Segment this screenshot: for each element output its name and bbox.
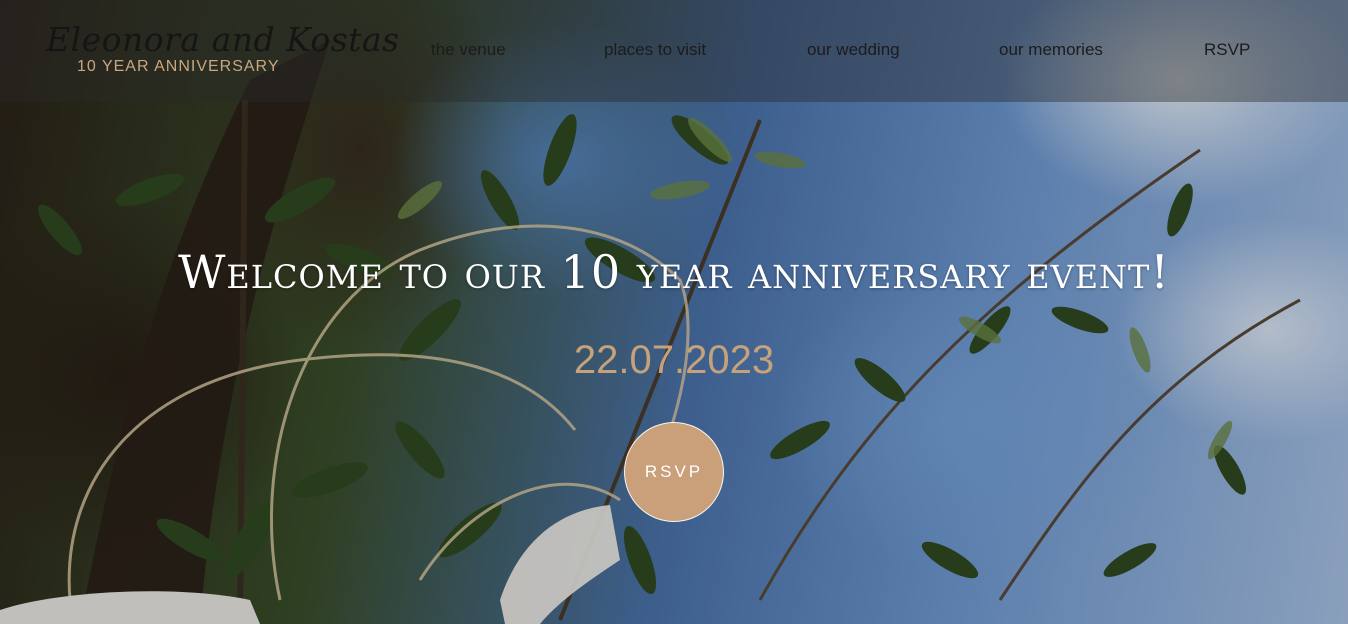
site-title: Eleonora and Kostas <box>46 20 400 59</box>
nav-item-places-to-visit[interactable]: places to visit <box>604 40 706 60</box>
nav-item-the-venue[interactable]: the venue <box>431 40 506 60</box>
site-logo[interactable]: Eleonora and Kostas 10 YEAR ANNIVERSARY <box>46 18 400 76</box>
top-navigation-bar: Eleonora and Kostas 10 YEAR ANNIVERSARY … <box>0 0 1348 102</box>
nav-item-our-memories[interactable]: our memories <box>999 40 1103 60</box>
nav-item-rsvp[interactable]: RSVP <box>1204 40 1250 60</box>
rsvp-button[interactable]: RSVP <box>624 422 724 522</box>
rsvp-button-label: RSVP <box>644 462 704 481</box>
hero-section: Eleonora and Kostas 10 YEAR ANNIVERSARY … <box>0 0 1348 624</box>
event-date: 22.07.2023 <box>573 338 775 382</box>
nav-item-our-wedding[interactable]: our wedding <box>807 40 900 60</box>
welcome-headline: Welcome to our 10 year anniversary event… <box>178 245 1170 299</box>
